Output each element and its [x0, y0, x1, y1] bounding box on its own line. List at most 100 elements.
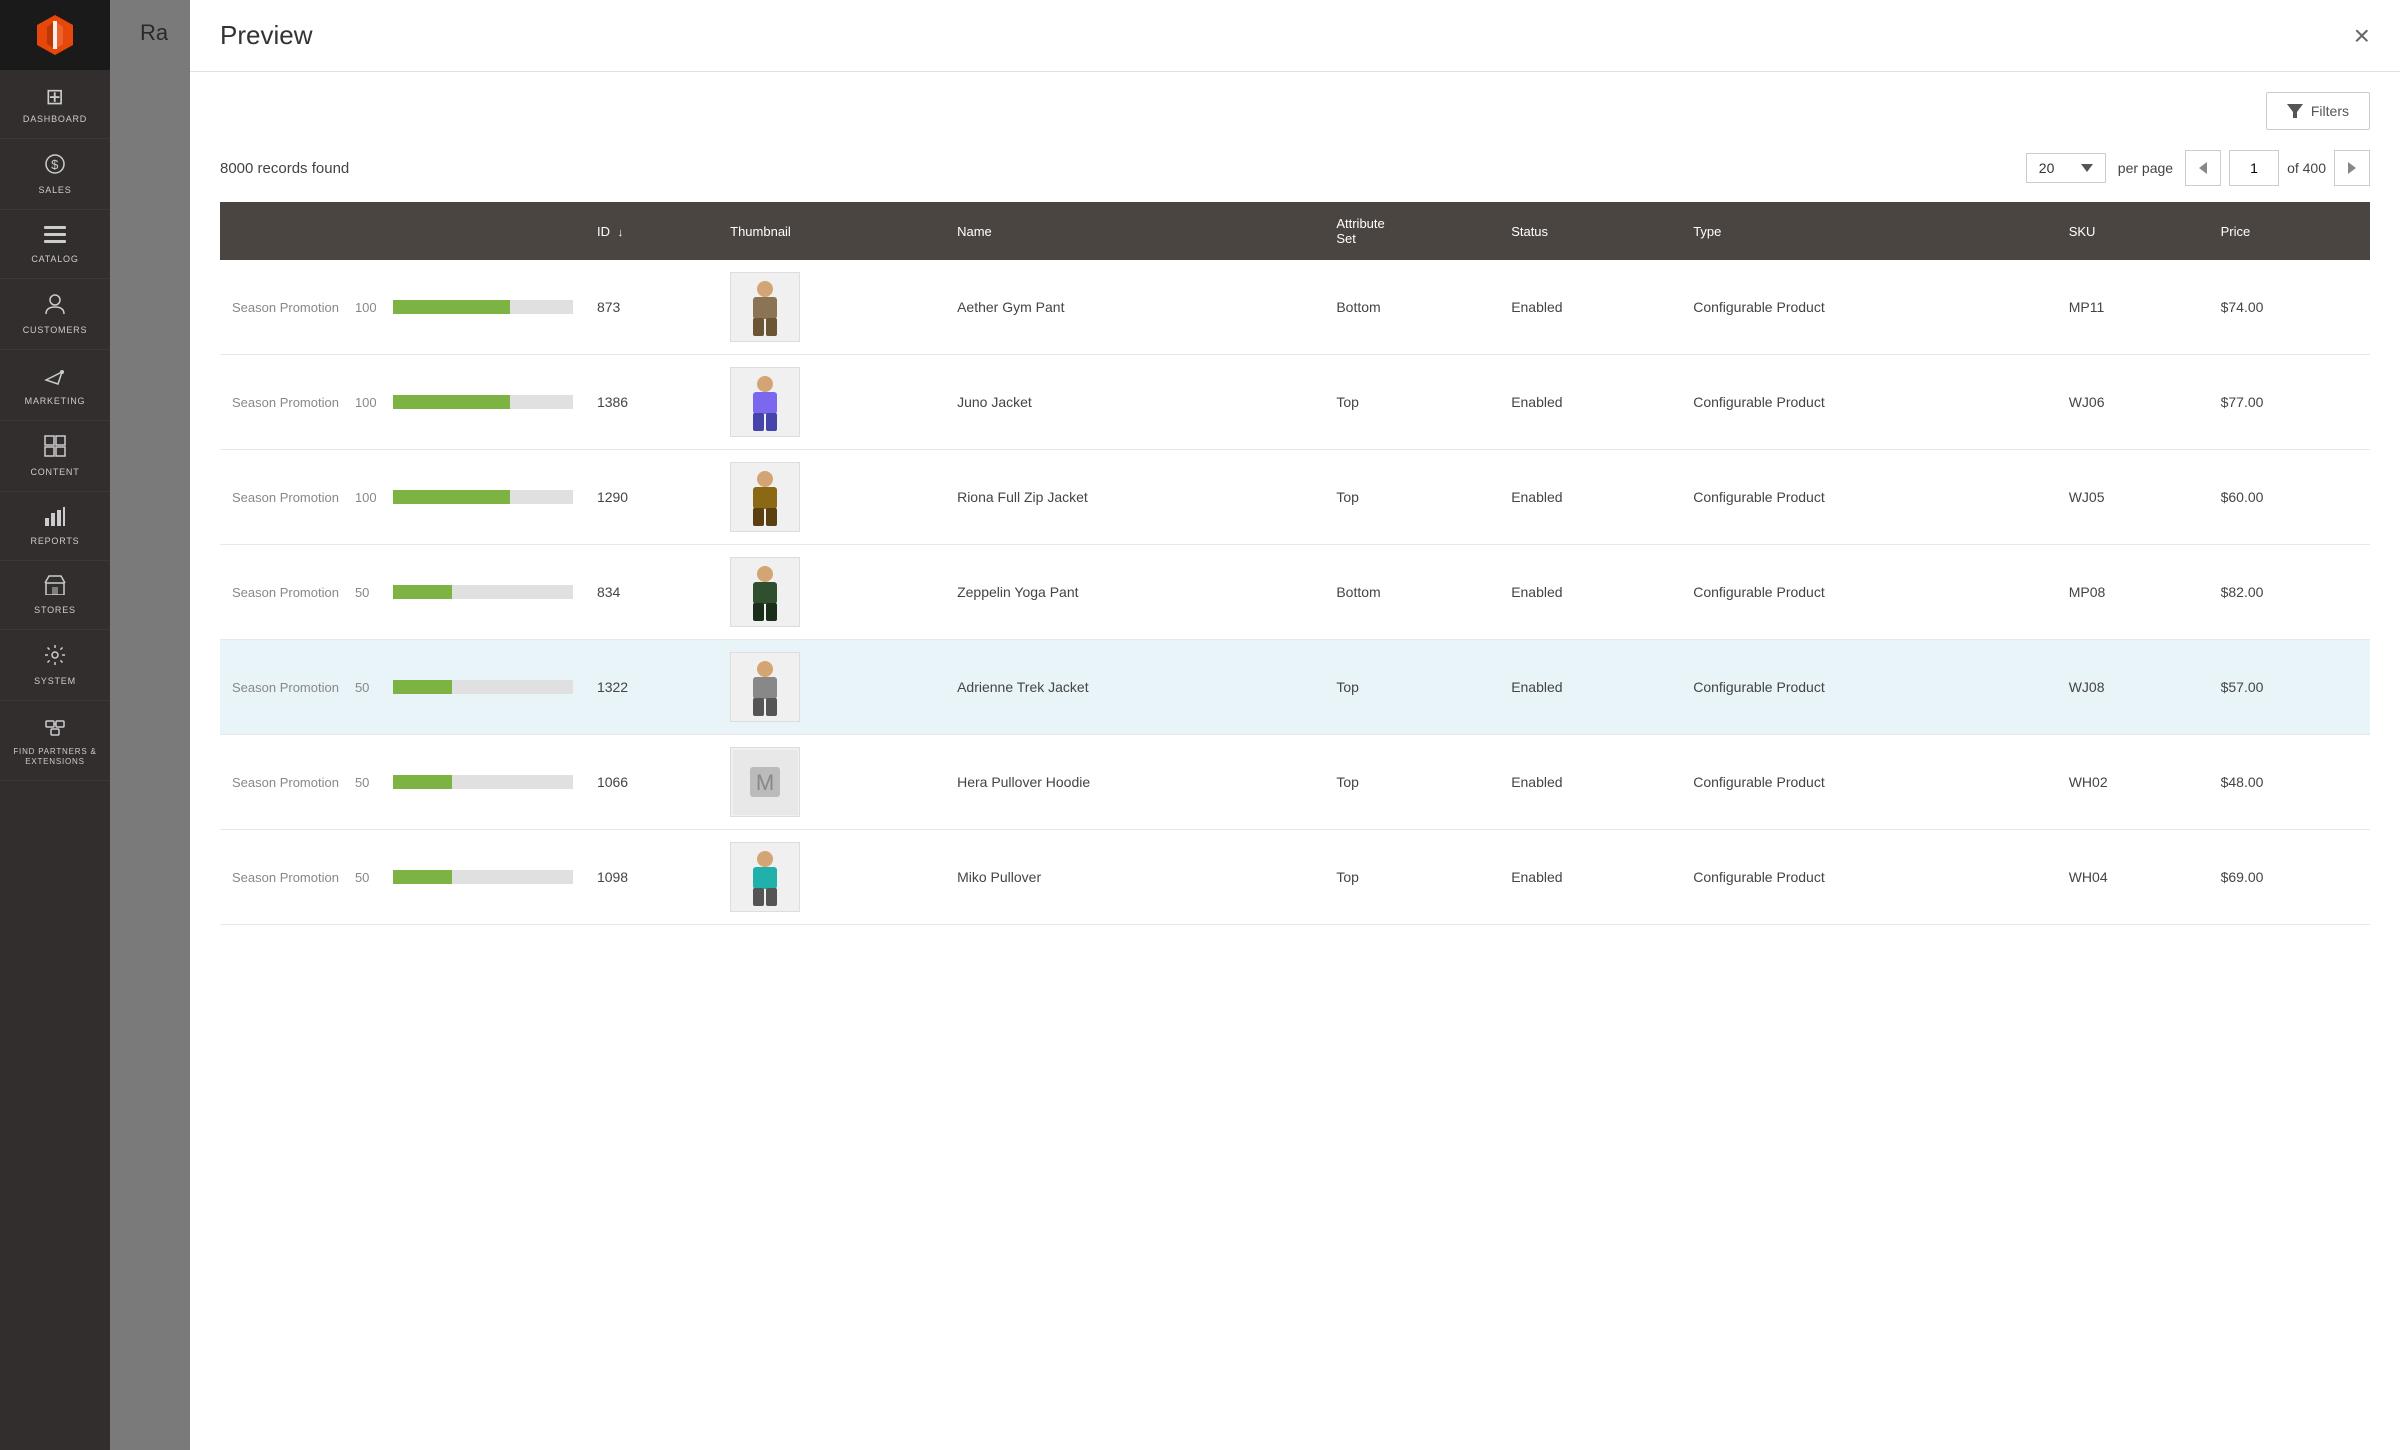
- cell-name-0: Aether Gym Pant: [945, 260, 1324, 355]
- page-prev-button[interactable]: [2185, 150, 2221, 186]
- col-header-sku: SKU: [2057, 202, 2209, 260]
- page-number-input[interactable]: [2229, 150, 2279, 186]
- cell-rule-4: Season Promotion 50: [220, 640, 585, 735]
- cell-status-4: Enabled: [1499, 640, 1681, 735]
- cell-attribute-5: Top: [1324, 735, 1499, 830]
- catalog-icon: [44, 224, 66, 250]
- sidebar-item-reports[interactable]: REPORTS: [0, 492, 110, 561]
- cell-type-3: Configurable Product: [1681, 545, 2057, 640]
- page-next-button[interactable]: [2334, 150, 2370, 186]
- sidebar-item-sales[interactable]: $ SALES: [0, 139, 110, 210]
- modal-header: Preview ×: [190, 0, 2400, 72]
- progress-fill-3: [393, 585, 452, 599]
- page-nav: of 400: [2185, 150, 2370, 186]
- cell-sku-5: WH02: [2057, 735, 2209, 830]
- score-value-6: 50: [355, 870, 385, 885]
- cell-id-3: 834: [585, 545, 718, 640]
- sidebar-item-stores[interactable]: STORES: [0, 561, 110, 630]
- progress-bar-4: [393, 680, 573, 694]
- cell-status-2: Enabled: [1499, 450, 1681, 545]
- table-row: Season Promotion 50 834 Zeppel: [220, 545, 2370, 640]
- progress-bar-3: [393, 585, 573, 599]
- progress-bar-5: [393, 775, 573, 789]
- progress-score-5: Season Promotion: [232, 775, 339, 790]
- per-page-value: 20: [2039, 160, 2055, 176]
- score-value-1: 100: [355, 395, 385, 410]
- table-row: Season Promotion 50 1098 Miko: [220, 830, 2370, 925]
- cell-thumbnail-0: [718, 260, 945, 355]
- sidebar-item-catalog-label: CATALOG: [31, 254, 78, 264]
- sidebar-logo[interactable]: [0, 0, 110, 70]
- cell-sku-4: WJ08: [2057, 640, 2209, 735]
- cell-sku-0: MP11: [2057, 260, 2209, 355]
- modal-title: Preview: [220, 20, 312, 51]
- magento-logo-icon: [33, 13, 77, 57]
- sidebar-item-customers-label: CUSTOMERS: [23, 325, 88, 335]
- col-header-id[interactable]: ID ↓: [585, 202, 718, 260]
- progress-cell-4: Season Promotion 50: [232, 680, 573, 695]
- cell-attribute-6: Top: [1324, 830, 1499, 925]
- progress-cell-1: Season Promotion 100: [232, 395, 573, 410]
- cell-price-2: $60.00: [2209, 450, 2370, 545]
- sidebar-item-dashboard[interactable]: ⊞ DASHBOARD: [0, 70, 110, 139]
- cell-type-1: Configurable Product: [1681, 355, 2057, 450]
- preview-modal: Preview × Filters 8000 records found: [190, 0, 2400, 1450]
- chevron-down-icon: [2081, 164, 2093, 172]
- cell-name-1: Juno Jacket: [945, 355, 1324, 450]
- sidebar: ⊞ DASHBOARD $ SALES CATALOG CUSTOMERS M: [0, 0, 110, 1450]
- thumbnail-img-4: [730, 652, 800, 722]
- table-body: Season Promotion 100 873 Aethe: [220, 260, 2370, 925]
- thumbnail-img-0: [730, 272, 800, 342]
- sidebar-item-system[interactable]: SYSTEM: [0, 630, 110, 701]
- cell-name-6: Miko Pullover: [945, 830, 1324, 925]
- progress-cell-2: Season Promotion 100: [232, 490, 573, 505]
- filters-button[interactable]: Filters: [2266, 92, 2370, 130]
- sidebar-item-system-label: SYSTEM: [34, 676, 76, 686]
- partners-icon: [44, 715, 66, 743]
- modal-close-button[interactable]: ×: [2354, 22, 2370, 50]
- sidebar-item-marketing[interactable]: MARKETING: [0, 350, 110, 421]
- score-value-4: 50: [355, 680, 385, 695]
- cell-status-3: Enabled: [1499, 545, 1681, 640]
- sidebar-item-partners[interactable]: FIND PARTNERS & EXTENSIONS: [0, 701, 110, 781]
- product-table: ID ↓ Thumbnail Name AttributeSet Status …: [220, 202, 2370, 925]
- cell-id-2: 1290: [585, 450, 718, 545]
- main-content: Ra Preview × Filters: [110, 0, 2400, 1450]
- per-page-select[interactable]: 20: [2026, 153, 2106, 183]
- content-icon: [44, 435, 66, 463]
- cell-id-5: 1066: [585, 735, 718, 830]
- table-row: Season Promotion 100 1290 Rion: [220, 450, 2370, 545]
- cell-id-4: 1322: [585, 640, 718, 735]
- cell-thumbnail-2: [718, 450, 945, 545]
- progress-cell-3: Season Promotion 50: [232, 585, 573, 600]
- progress-cell-0: Season Promotion 100: [232, 300, 573, 315]
- table-row: Season Promotion 50 1322 Adrie: [220, 640, 2370, 735]
- progress-bar-2: [393, 490, 573, 504]
- progress-score-6: Season Promotion: [232, 870, 339, 885]
- sidebar-item-marketing-label: MARKETING: [25, 396, 86, 406]
- sidebar-item-catalog[interactable]: CATALOG: [0, 210, 110, 279]
- sidebar-item-reports-label: REPORTS: [31, 536, 80, 546]
- thumbnail-img-5: M: [730, 747, 800, 817]
- chevron-left-icon: [2199, 162, 2207, 174]
- reports-icon: [44, 506, 66, 532]
- progress-fill-0: [393, 300, 510, 314]
- sidebar-item-customers[interactable]: CUSTOMERS: [0, 279, 110, 350]
- cell-status-1: Enabled: [1499, 355, 1681, 450]
- sidebar-item-content[interactable]: CONTENT: [0, 421, 110, 492]
- cell-type-4: Configurable Product: [1681, 640, 2057, 735]
- progress-fill-2: [393, 490, 510, 504]
- table-row: Season Promotion 50 1066 M Hera Pullov: [220, 735, 2370, 830]
- page-of-label: of 400: [2287, 160, 2326, 176]
- col-header-thumbnail: Thumbnail: [718, 202, 945, 260]
- thumbnail-img-3: [730, 557, 800, 627]
- cell-type-6: Configurable Product: [1681, 830, 2057, 925]
- cell-rule-3: Season Promotion 50: [220, 545, 585, 640]
- cell-name-5: Hera Pullover Hoodie: [945, 735, 1324, 830]
- cell-id-0: 873: [585, 260, 718, 355]
- score-value-3: 50: [355, 585, 385, 600]
- sales-icon: $: [44, 153, 66, 181]
- col-header-attribute-set: AttributeSet: [1324, 202, 1499, 260]
- cell-name-3: Zeppelin Yoga Pant: [945, 545, 1324, 640]
- cell-rule-1: Season Promotion 100: [220, 355, 585, 450]
